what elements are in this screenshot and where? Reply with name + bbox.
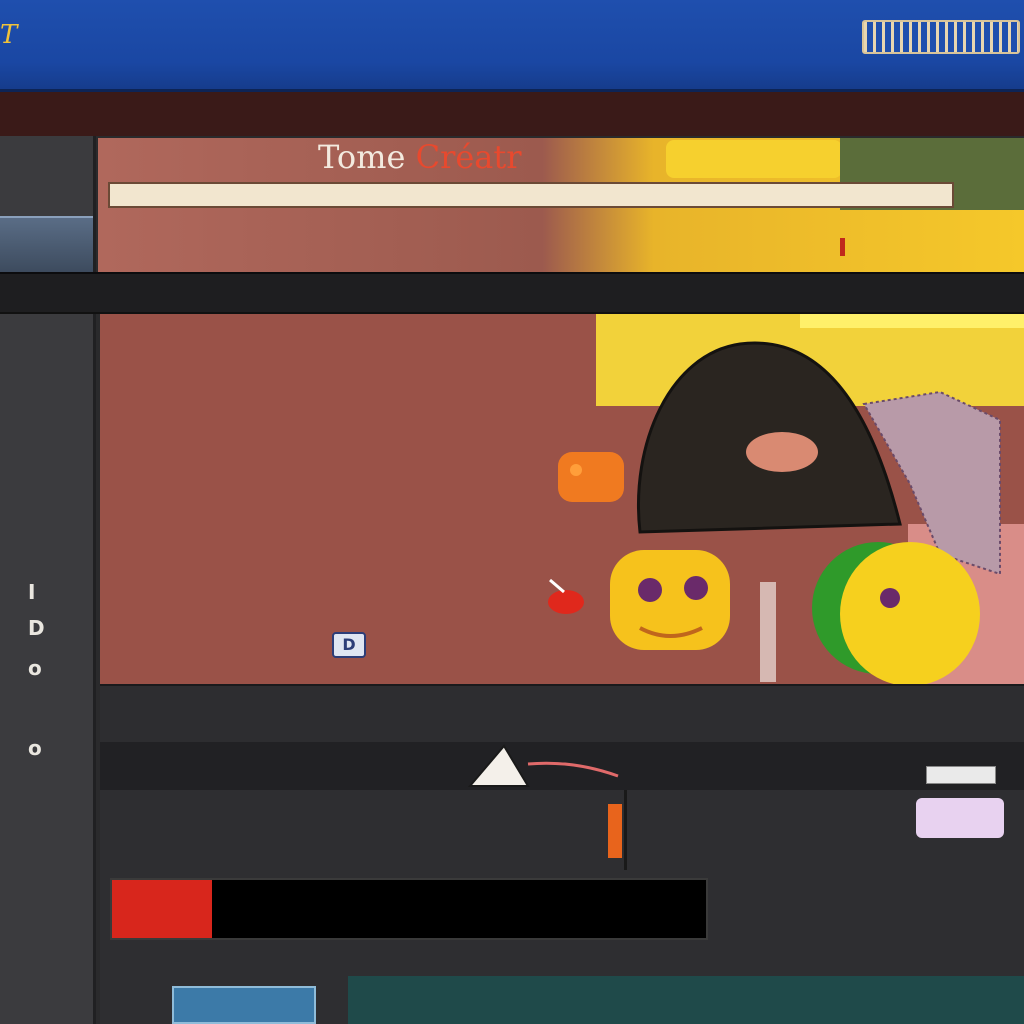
panel-a bbox=[100, 684, 1024, 742]
hero-marker bbox=[840, 238, 845, 256]
titlebar: T bbox=[0, 0, 1024, 92]
action-row bbox=[110, 878, 708, 940]
feature-illustration bbox=[548, 341, 1001, 684]
warning-triangle-icon[interactable] bbox=[464, 742, 624, 790]
green-yellow-creature-icon bbox=[812, 542, 980, 684]
sidebar-vertical-label-1: I bbox=[28, 580, 36, 604]
header-band bbox=[0, 92, 1024, 136]
panel-c-chip[interactable] bbox=[926, 766, 996, 784]
sidebar-vertical-label-2: D bbox=[28, 616, 45, 640]
hooded-figure-icon bbox=[637, 341, 902, 534]
hero-subtitle bbox=[108, 182, 954, 208]
left-sidebar: I D o o bbox=[0, 136, 96, 1024]
window-title: T bbox=[0, 20, 19, 50]
yellow-creature-icon bbox=[610, 550, 730, 650]
hero-highlight bbox=[666, 140, 842, 178]
red-cherry-icon bbox=[548, 578, 584, 614]
sidebar-thumbnail[interactable] bbox=[0, 216, 93, 272]
status-badge bbox=[916, 798, 1004, 838]
panel-c-orange-marker bbox=[608, 804, 622, 858]
footer-teal-block bbox=[348, 976, 1024, 1024]
white-stripe bbox=[760, 582, 776, 682]
status-indicator[interactable] bbox=[862, 20, 1020, 54]
hero-title-main: Tome bbox=[318, 138, 406, 176]
sidebar-vertical-label-3: o bbox=[28, 656, 42, 680]
feature-small-button[interactable]: D bbox=[332, 632, 366, 658]
breadcrumb-bar bbox=[0, 272, 1024, 314]
hero-title-accent: Créatr bbox=[415, 138, 522, 176]
orange-fruit-icon bbox=[558, 452, 624, 502]
footer-thumbnail[interactable] bbox=[172, 986, 316, 1024]
hero-banner: Tome Créatr bbox=[98, 138, 1024, 272]
sidebar-vertical-label-4: o bbox=[28, 736, 42, 760]
panel-c-divider bbox=[624, 790, 627, 870]
panel-c bbox=[100, 766, 1024, 1024]
feature-panel: D bbox=[100, 314, 1024, 684]
panel-b bbox=[100, 742, 1024, 790]
primary-action-button[interactable] bbox=[112, 880, 212, 938]
hero-title: Tome Créatr bbox=[318, 138, 522, 176]
